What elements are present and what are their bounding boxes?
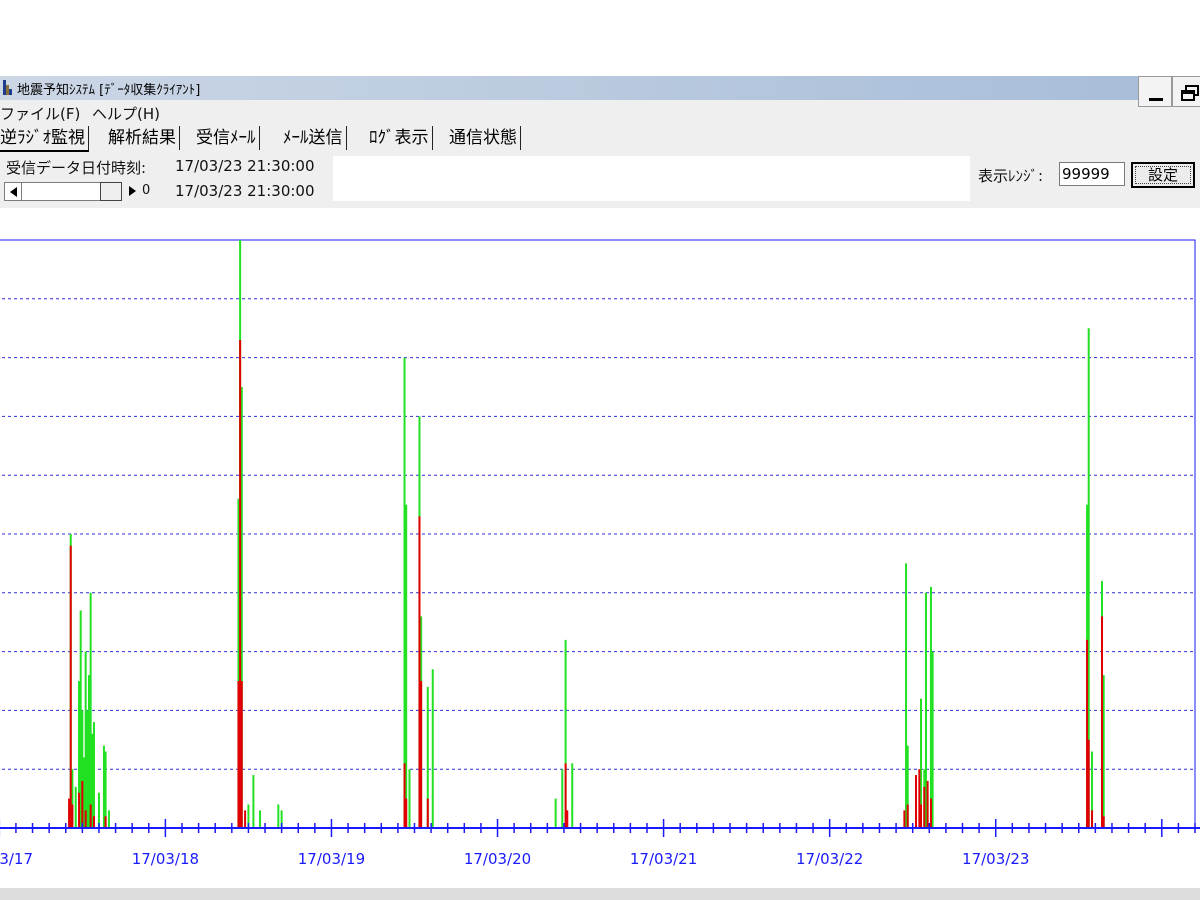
received-datetime-value: 17/03/23 21:30:00 [175,157,315,175]
tab-connection-status[interactable]: 通信状態 [449,126,521,150]
x-tick-label: 17/03/18 [132,850,199,868]
minimize-icon [1149,98,1163,101]
tab-reverse-radio-monitor[interactable]: 逆ﾗｼﾞｵ監視 [0,126,89,152]
tab-received-mail[interactable]: 受信ﾒｰﾙ [196,126,260,150]
app-icon [3,80,12,95]
x-tick-label: 17/03/20 [464,850,531,868]
tab-analysis-results[interactable]: 解析結果 [108,126,180,150]
scroll-value: 0 [142,183,151,198]
scroll-thumb[interactable] [100,182,122,201]
x-tick-label: 17/03/21 [630,850,697,868]
tab-send-mail[interactable]: ﾒｰﾙ送信 [283,126,347,150]
scroll-right-icon[interactable] [124,182,138,201]
scroll-left-icon[interactable] [4,182,22,201]
menu-help[interactable]: ヘルプ(H) [92,103,160,124]
seismic-chart: 17/03/17 17/03/18 17/03/19 17/03/20 17/03/21… [0,239,1200,868]
display-range-label: 表示ﾚﾝｼﾞ: [978,167,1044,185]
info-panel [333,156,970,201]
tab-bar: 逆ﾗｼﾞｵ監視 解析結果 受信ﾒｰﾙ ﾒｰﾙ送信 ﾛｸﾞ表示 通信状態 [0,124,1200,154]
restore-icon [1181,85,1199,101]
x-tick-label: 17/03/19 [298,850,365,868]
x-tick-label: 17/03/23 [962,850,1029,868]
x-tick-label: 17/03/22 [796,850,863,868]
chart-panel: 17/03/17 17/03/18 17/03/19 17/03/20 17/03/21… [0,208,1200,888]
time-scrollbar[interactable] [4,180,140,202]
minimize-button[interactable] [1138,76,1172,107]
tab-log-view[interactable]: ﾛｸﾞ表示 [369,126,433,150]
status-strip [0,888,1200,900]
app-window: 地震予知ｼｽﾃﾑ [ﾃﾞｰﾀ収集ｸﾗｲｱﾝﾄ] ファイル(F) ヘルプ(H) 逆… [0,76,1200,900]
restore-button[interactable] [1172,76,1200,107]
window-title: 地震予知ｼｽﾃﾑ [ﾃﾞｰﾀ収集ｸﾗｲｱﾝﾄ] [17,83,201,98]
set-button[interactable]: 設定 [1131,162,1195,188]
x-tick-label: 17/03/17 [0,850,33,868]
slider-datetime-value: 17/03/23 21:30:00 [175,182,315,200]
display-range-input[interactable] [1059,162,1125,186]
set-button-label: 設定 [1135,166,1191,184]
title-bar[interactable]: 地震予知ｼｽﾃﾑ [ﾃﾞｰﾀ収集ｸﾗｲｱﾝﾄ] [0,76,1200,100]
received-datetime-label: 受信データ日付時刻: [6,159,147,177]
menu-file[interactable]: ファイル(F) [0,103,80,124]
